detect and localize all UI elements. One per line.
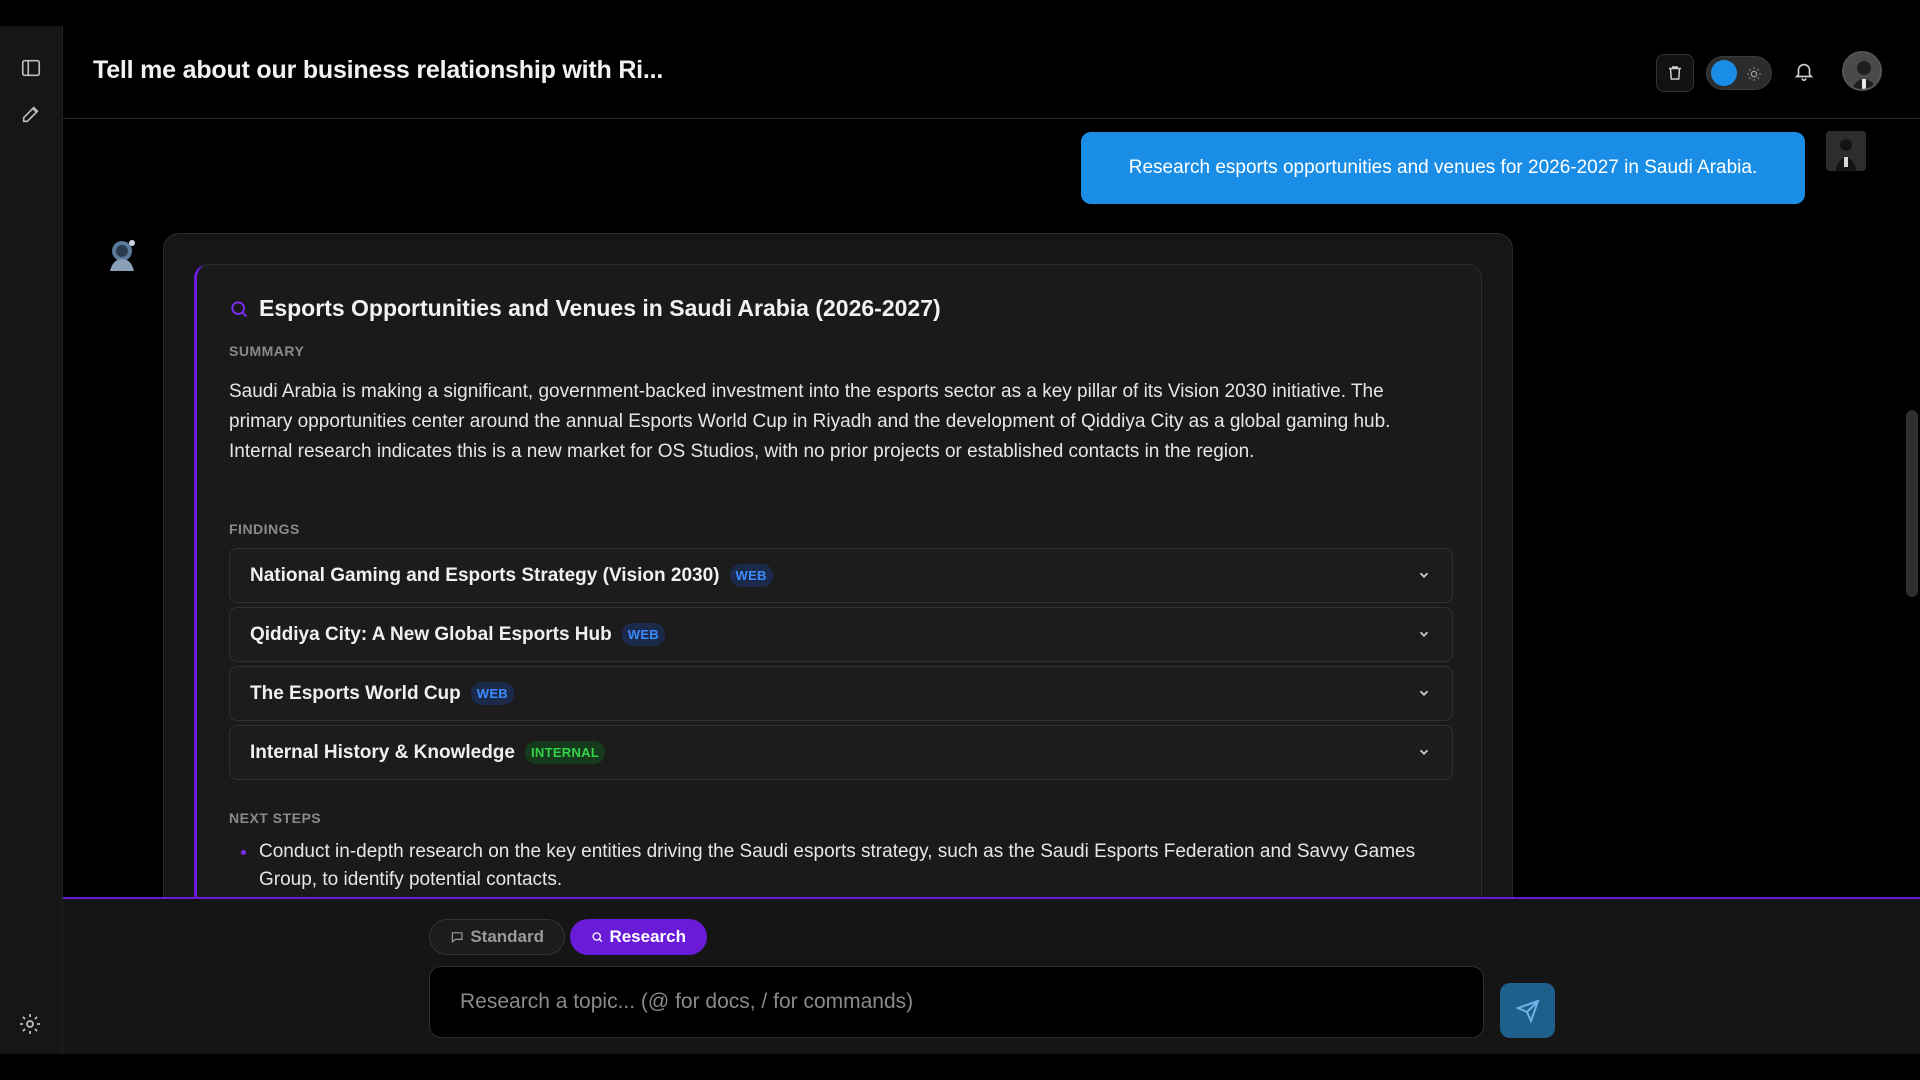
report-header: Esports Opportunities and Venues in Saud… <box>229 295 941 322</box>
avatar[interactable] <box>1842 51 1882 91</box>
chevron-down-icon <box>1416 685 1432 701</box>
finding-label: National Gaming and Esports Strategy (Vi… <box>250 564 720 586</box>
send-button[interactable] <box>1500 983 1555 1038</box>
source-badge: INTERNAL <box>524 741 606 764</box>
page-title: Tell me about our business relationship … <box>93 56 664 84</box>
theme-toggle[interactable] <box>1706 56 1772 90</box>
findings-label: FINDINGS <box>229 521 300 537</box>
finding-item[interactable]: Qiddiya City: A New Global Esports Hub W… <box>229 607 1453 662</box>
bell-icon[interactable] <box>1790 54 1818 88</box>
mode-standard-label: Standard <box>470 927 544 946</box>
finding-label: The Esports World Cup <box>250 682 461 704</box>
finding-item[interactable]: The Esports World Cup WEB <box>229 666 1453 721</box>
report-title: Esports Opportunities and Venues in Saud… <box>259 295 941 321</box>
chat-area: Research esports opportunities and venue… <box>63 120 1920 897</box>
user-avatar <box>1826 131 1866 171</box>
assistant-avatar <box>102 235 142 275</box>
assistant-response-card: Esports Opportunities and Venues in Saud… <box>163 233 1513 897</box>
sun-icon <box>1745 65 1763 83</box>
source-badge: WEB <box>470 682 514 705</box>
chevron-down-icon <box>1416 626 1432 642</box>
user-message: Research esports opportunities and venue… <box>1081 132 1805 204</box>
toggle-knob <box>1711 60 1737 86</box>
finding-label: Internal History & Knowledge <box>250 741 515 763</box>
search-icon <box>231 300 248 317</box>
mode-standard-button[interactable]: Standard <box>429 919 565 955</box>
summary-label: SUMMARY <box>229 343 305 359</box>
list-bullet <box>241 850 246 855</box>
send-icon <box>1515 998 1540 1023</box>
chevron-down-icon <box>1416 744 1432 760</box>
search-icon <box>592 932 603 943</box>
finding-item[interactable]: Internal History & Knowledge INTERNAL <box>229 725 1453 780</box>
trash-icon <box>1669 66 1681 80</box>
edit-icon[interactable] <box>18 101 44 127</box>
source-badge: WEB <box>729 564 773 587</box>
next-steps-label: NEXT STEPS <box>229 810 322 826</box>
sidebar-toggle-icon[interactable] <box>18 55 44 81</box>
mode-research-button[interactable]: Research <box>570 919 707 955</box>
finding-item[interactable]: National Gaming and Esports Strategy (Vi… <box>229 548 1453 603</box>
research-input[interactable]: Research a topic... (@ for docs, / for c… <box>429 966 1484 1038</box>
sidebar <box>0 26 63 1054</box>
gear-icon[interactable] <box>18 1012 44 1038</box>
scrollbar[interactable] <box>1906 410 1918 597</box>
chevron-down-icon <box>1416 567 1432 583</box>
trash-button[interactable] <box>1656 54 1694 92</box>
source-badge: WEB <box>621 623 665 646</box>
next-step-item: Conduct in-depth research on the key ent… <box>259 841 1416 890</box>
research-report: Esports Opportunities and Venues in Saud… <box>194 264 1482 897</box>
summary-text: Saudi Arabia is making a significant, go… <box>229 381 1391 462</box>
composer: Standard Research Research a topic... (@… <box>63 897 1920 1054</box>
header: Tell me about our business relationship … <box>63 26 1920 119</box>
chat-bubble-icon <box>451 932 463 944</box>
finding-label: Qiddiya City: A New Global Esports Hub <box>250 623 612 645</box>
mode-research-label: Research <box>609 927 686 946</box>
